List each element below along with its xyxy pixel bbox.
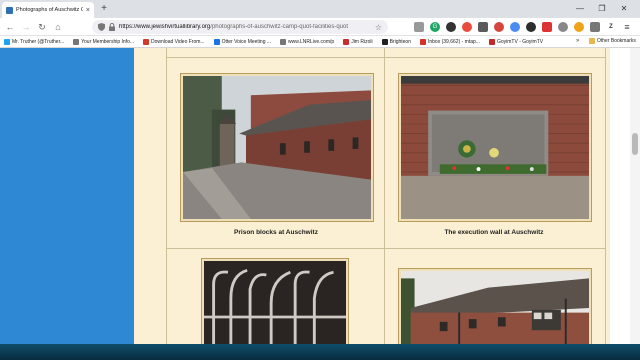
page-action-icon[interactable] — [414, 22, 424, 32]
bookmark-label: Inbox (39,662) - mtap... — [427, 38, 480, 45]
table-border-right — [605, 48, 606, 344]
download-icon — [143, 38, 150, 45]
bookmark-item[interactable]: Download Video From... — [143, 38, 205, 45]
bookmark-label: Mr. Truther (@Truther... — [12, 38, 65, 45]
bookmark-item[interactable]: Jim Rizoli — [343, 38, 373, 45]
twitter-icon — [4, 38, 10, 45]
table-border-left — [166, 48, 167, 344]
scrollbar[interactable] — [630, 48, 640, 344]
bookmark-item[interactable]: Mr. Truther (@Truther... — [4, 38, 65, 45]
lock-icon[interactable] — [109, 23, 115, 31]
barracks-image — [401, 271, 589, 344]
bookmark-item[interactable]: Your Membership Info... — [73, 38, 135, 45]
back-button[interactable]: ← — [4, 21, 16, 33]
other-bookmarks-label: Other Bookmarks — [597, 38, 636, 44]
bookmark-item[interactable]: Otter Voice Meeting ... — [213, 38, 272, 45]
new-tab-button[interactable]: + — [98, 3, 110, 15]
shield-icon[interactable] — [98, 23, 105, 31]
bookmark-label: GoyimTV - GoyimTV — [496, 38, 544, 45]
screenshot-extension-icon[interactable] — [478, 22, 488, 32]
bookmark-label: Brighteon — [389, 38, 411, 45]
extension-icon[interactable] — [446, 22, 456, 32]
site-favicon-icon — [6, 6, 13, 14]
site-sidebar — [0, 48, 134, 344]
bookmarks-bar: Mr. Truther (@Truther... Your Membership … — [0, 36, 640, 48]
video-downloader-icon[interactable] — [494, 22, 504, 32]
folder-icon — [589, 38, 595, 44]
bookmark-item[interactable]: GoyimTV - GoyimTV — [488, 38, 544, 45]
url-path: /photographs-of-auschwitz-camp-quot-faci… — [210, 24, 348, 30]
bookmark-item[interactable]: Brighteon — [381, 38, 411, 45]
tab-title: Photographs of Auschwitz Ca... — [16, 7, 83, 13]
bookmark-label: Otter Voice Meeting ... — [221, 38, 272, 45]
brighteon-icon — [381, 38, 388, 45]
os-taskbar — [0, 344, 640, 360]
bookmark-label: Download Video From... — [151, 38, 205, 45]
translate-extension-icon[interactable] — [510, 22, 520, 32]
prison-blocks-image — [183, 76, 371, 219]
bat-extension-icon[interactable] — [574, 22, 584, 32]
other-bookmarks-folder[interactable]: Other Bookmarks — [589, 38, 636, 44]
dark-mode-icon[interactable] — [526, 22, 536, 32]
maximize-button[interactable]: ❐ — [592, 2, 612, 16]
bookmark-item[interactable]: www.LNRLive.com/p — [280, 38, 335, 45]
tab-close-icon[interactable]: × — [86, 7, 90, 14]
zotero-icon[interactable]: Z — [606, 22, 616, 32]
bookmark-label: www.LNRLive.com/p — [288, 38, 335, 45]
table-border-middle — [384, 48, 385, 344]
address-bar[interactable]: https://www.jewishvirtuallibrary.org/pho… — [92, 20, 388, 34]
puzzle-extension-icon[interactable] — [558, 22, 568, 32]
bookmarks-overflow-button[interactable]: » — [576, 38, 579, 44]
bookmark-item[interactable]: Inbox (39,662) - mtap... — [419, 38, 480, 45]
url-text[interactable]: https://www.jewishvirtuallibrary.org/pho… — [119, 24, 371, 30]
minimize-button[interactable]: — — [570, 2, 590, 16]
rizoli-icon — [343, 38, 350, 45]
url-host: https://www.jewishvirtuallibrary.org — [119, 24, 211, 30]
page-margin — [610, 48, 630, 344]
grammarly-icon[interactable]: G — [430, 22, 440, 32]
photo-caption: Prison blocks at Auschwitz — [234, 229, 318, 236]
iron-gate-image — [204, 261, 346, 344]
execution-wall-photo[interactable] — [398, 73, 592, 222]
prison-blocks-photo[interactable] — [180, 73, 374, 222]
menu-icon[interactable]: ≡ — [622, 22, 632, 32]
globe-icon — [73, 38, 80, 45]
gmail-icon — [419, 38, 426, 45]
navigation-bar: ← → ↻ ⌂ https://www.jewishvirtuallibrary… — [0, 18, 640, 36]
home-button[interactable]: ⌂ — [52, 21, 64, 33]
youtube-extension-icon[interactable] — [542, 22, 552, 32]
page-viewport: Prison blocks at Auschwitz The execution… — [0, 48, 640, 344]
execution-wall-image — [401, 76, 589, 219]
table-row-divider — [166, 248, 606, 249]
reload-button[interactable]: ↻ — [36, 21, 48, 33]
adblock-icon[interactable] — [462, 22, 472, 32]
close-window-button[interactable]: ✕ — [614, 2, 634, 16]
otter-icon — [213, 38, 220, 45]
globe-icon — [280, 38, 287, 45]
scrollbar-thumb[interactable] — [632, 133, 638, 155]
table-row-divider — [166, 57, 606, 58]
forward-button[interactable]: → — [20, 21, 32, 33]
bookmark-label: Your Membership Info... — [81, 38, 135, 45]
photo-caption: The execution wall at Auschwitz — [444, 229, 544, 236]
tab-strip: Photographs of Auschwitz Ca... × + — ❐ ✕ — [0, 0, 640, 18]
browser-tab[interactable]: Photographs of Auschwitz Ca... × — [2, 2, 94, 18]
goyimtv-icon — [488, 38, 495, 45]
bookmark-star-icon[interactable]: ☆ — [375, 23, 382, 32]
reader-view-icon[interactable] — [590, 22, 600, 32]
barracks-photo[interactable] — [398, 268, 592, 344]
iron-gate-photo[interactable] — [201, 258, 349, 344]
bookmark-label: Jim Rizoli — [351, 38, 373, 45]
